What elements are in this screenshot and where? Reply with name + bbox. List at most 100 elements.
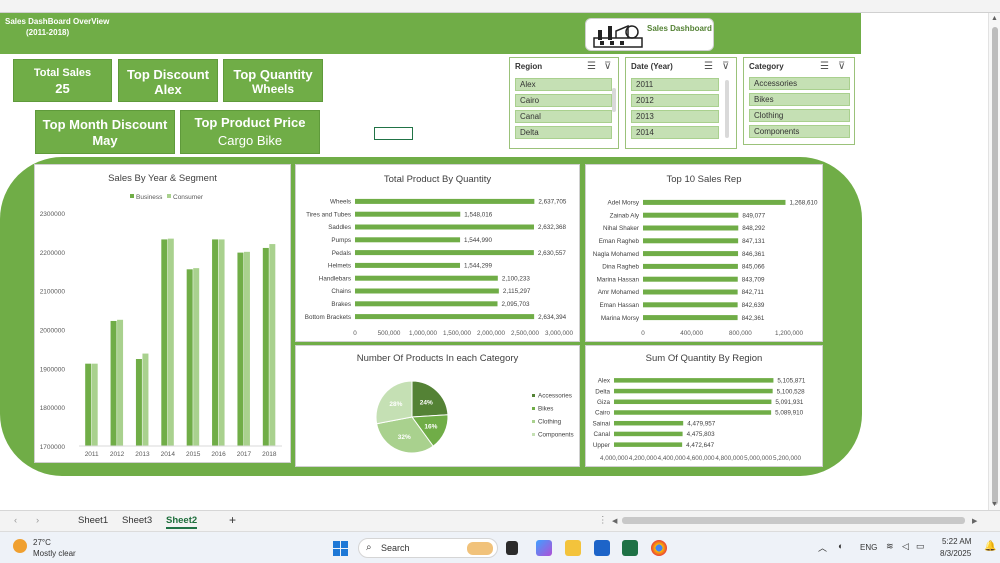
bar [91,363,98,446]
clear-filter-icon[interactable]: ⊽ [722,61,729,72]
slice-label: 16% [424,423,437,430]
slicer-region-item[interactable]: Alex [515,78,612,91]
tab-scroll-right-icon[interactable]: › [36,515,39,526]
tab-sheet2[interactable]: Sheet2 [166,515,198,529]
x-tick-label: 4,200,000 [629,455,658,462]
slicer-category[interactable]: Category ☰ ⊽ Accessories Bikes Clothing … [743,57,855,145]
tab-sheet1[interactable]: Sheet1 [78,515,108,526]
bar [355,198,535,204]
task-view-icon[interactable] [506,541,518,555]
chart-region-quantity[interactable]: Sum Of Quantity By Region Alex 5,105,871 D… [585,345,823,467]
clear-filter-icon[interactable]: ⊽ [838,61,845,72]
slicer-category-item[interactable]: Accessories [749,77,850,90]
tab-scroll-left-icon[interactable]: ‹ [14,515,17,526]
chart-category-pie[interactable]: Number Of Products In each Category 24% 1… [295,345,580,467]
bar [614,378,774,383]
weather-temp[interactable]: 27°C [33,538,51,547]
volume-icon[interactable]: ◁ [902,541,909,552]
data-label: 842,711 [742,289,765,296]
chart-top-sales-rep[interactable]: Top 10 Sales Rep Adel Morsy 1,268,610 Zain… [585,164,823,342]
bar [643,238,739,244]
clear-filter-icon[interactable]: ⊽ [604,61,611,72]
selected-cell[interactable] [374,127,413,140]
slicer-category-item[interactable]: Components [749,125,850,138]
bar [142,353,149,446]
clock-date[interactable]: 8/3/2025 [940,549,971,558]
hscroll-left-icon[interactable]: ◀ [612,517,617,525]
add-sheet-icon[interactable]: + [229,513,236,527]
bar [355,211,461,217]
slicer-region-item[interactable]: Canal [515,110,612,123]
chart-sales-by-year[interactable]: Sales By Year & Segment 1700000 1800000 19… [34,164,291,463]
category-label: Sainai [592,420,610,427]
scroll-up-icon[interactable]: ▲ [991,15,998,22]
language-indicator[interactable]: ENG [860,543,877,552]
category-label: Nagla Mohamed [593,251,640,258]
legend-swatch [532,407,535,410]
category-label: Marina Hassan [597,276,640,283]
slicer-date[interactable]: Date (Year) ☰ ⊽ 2011 2012 2013 2014 [625,57,737,149]
vertical-scroll-thumb[interactable] [992,27,998,505]
vertical-scrollbar[interactable]: ▲ ▼ [988,13,1000,510]
taskbar-search-box[interactable]: ⌕ Search [358,538,498,558]
weather-desc[interactable]: Mostly clear [33,549,76,558]
tray-chevron-icon[interactable]: ︿ [818,541,827,554]
hscroll-right-icon[interactable]: ▶ [972,517,977,525]
tab-split-icon[interactable]: ⋮ [598,515,608,526]
chrome-icon[interactable] [651,540,667,556]
slicer-date-item[interactable]: 2011 [631,78,719,91]
wifi-icon[interactable]: ≋ [886,541,894,552]
category-label: Tires and Tubes [306,211,351,218]
status-icon[interactable]: ◐ [838,541,843,551]
x-tick-label: 2013 [135,451,150,458]
data-label: 5,091,931 [775,399,804,406]
legend-label: Clothing [538,419,562,426]
excel-icon[interactable] [622,540,638,556]
copilot-icon[interactable] [536,540,552,556]
multi-select-icon[interactable]: ☰ [704,61,713,72]
slicer-region-title: Region [515,62,543,71]
notification-bell-icon[interactable]: 🔔 [984,541,996,552]
slicer-date-item[interactable]: 2012 [631,94,719,107]
slicer-region-item[interactable]: Delta [515,126,612,139]
x-tick-label: 4,400,000 [658,455,687,462]
sales-by-year-plot: 1700000 1800000 1900000 2000000 2100000 22000… [40,194,282,458]
tab-sheet3[interactable]: Sheet3 [122,515,152,526]
data-label: 4,479,957 [687,420,716,427]
scroll-down-icon[interactable]: ▼ [991,501,998,508]
clock-time[interactable]: 5:22 AM [942,537,971,546]
file-explorer-icon[interactable] [565,540,581,556]
bar [117,319,124,446]
battery-icon[interactable]: ▭ [916,541,925,552]
slicer-date-item[interactable]: 2014 [631,126,719,139]
horizontal-scrollbar[interactable] [622,517,965,524]
slicer-region-item[interactable]: Cairo [515,94,612,107]
bar [643,251,739,257]
y-tick-label: 1700000 [40,444,66,451]
data-label: 5,089,910 [775,410,804,417]
slicer-category-item[interactable]: Bikes [749,93,850,106]
x-tick-label: 2011 [85,451,99,458]
store-icon[interactable] [594,540,610,556]
slicer-region[interactable]: Region ☰ ⊽ Alex Cairo Canal Delta [509,57,619,149]
bar [110,320,117,446]
windows-start-icon[interactable] [333,541,348,556]
bar [643,225,739,231]
multi-select-icon[interactable]: ☰ [587,61,596,72]
y-tick-label: 2200000 [40,250,66,257]
data-label: 4,472,647 [686,442,715,449]
y-tick-label: 2300000 [40,211,66,218]
slicer-date-title: Date (Year) [631,62,673,71]
bar [355,262,461,268]
slice-label: 28% [389,401,402,408]
weather-icon[interactable] [13,539,27,553]
x-tick-label: 2014 [161,451,176,458]
slicer-date-scrollbar[interactable] [725,80,729,138]
x-tick-label: 4,600,000 [686,455,715,462]
multi-select-icon[interactable]: ☰ [820,61,829,72]
slicer-date-item[interactable]: 2013 [631,110,719,123]
slicer-category-item[interactable]: Clothing [749,109,850,122]
chart-product-quantity[interactable]: Total Product By Quantity Wheels 2,637,70… [295,164,580,342]
slicer-region-scrollbar[interactable] [612,88,616,112]
bar [167,238,174,446]
